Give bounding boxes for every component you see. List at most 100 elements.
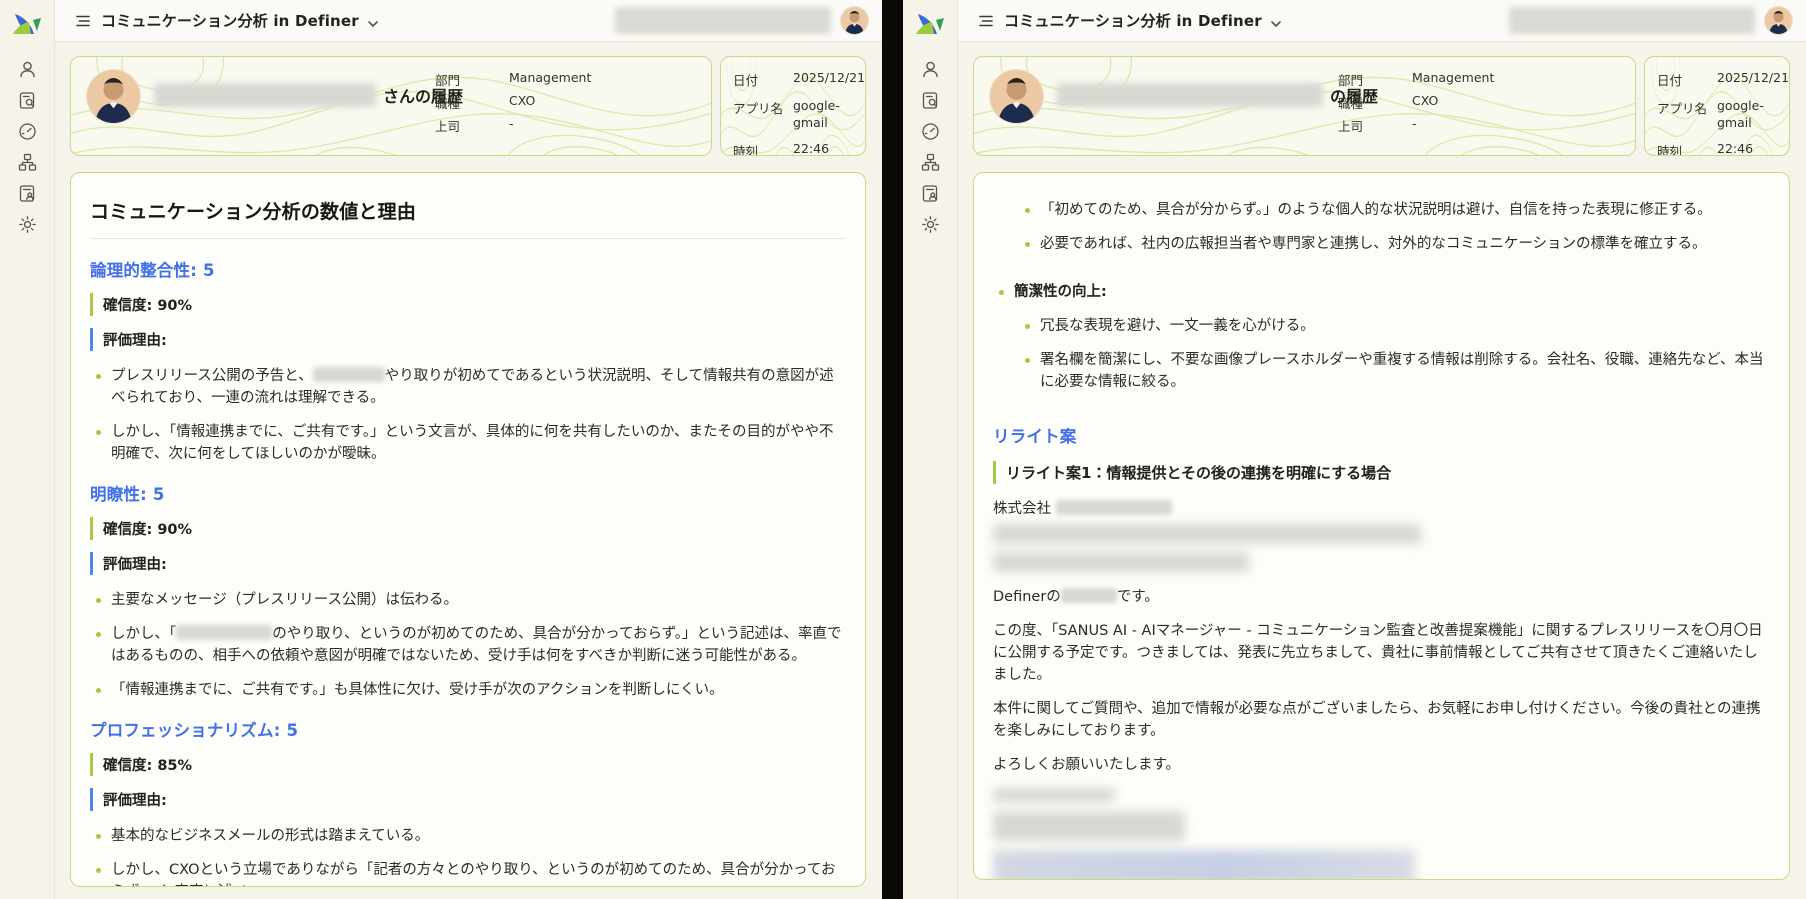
redacted-sender-name bbox=[1060, 588, 1117, 603]
redacted-employee-name bbox=[1057, 83, 1323, 107]
employee-avatar bbox=[990, 70, 1043, 123]
confidence-line: 確信度: 90% bbox=[90, 517, 846, 540]
info-value: 2025/12/21 bbox=[793, 70, 866, 85]
field-value: - bbox=[509, 116, 514, 131]
field-label: 部門 bbox=[1338, 73, 1364, 88]
field-label: 上司 bbox=[435, 119, 461, 134]
bullet-item: しかし、「情報連携までに、ご共有です。」という文言が、具体的に何を共有したいのか… bbox=[90, 421, 846, 465]
body-paragraph: よろしくお願いいたします。 bbox=[993, 757, 1181, 773]
field-value: CXO bbox=[509, 93, 536, 108]
reason-list: プレスリリース公開の予告と、 やり取りが初めてであるという状況説明、そして情報共有… bbox=[90, 365, 846, 465]
field-value: Management bbox=[509, 70, 592, 85]
bullet-item: プレスリリース公開の予告と、 やり取りが初めてであるという状況説明、そして情報共有… bbox=[90, 365, 846, 409]
list-indent-icon bbox=[74, 12, 92, 30]
reason-list: 基本的なビジネスメールの形式は踏まえている。 しかし、CXOという立場でありなが… bbox=[90, 825, 846, 886]
redacted-address-line bbox=[993, 524, 1421, 544]
user-avatar[interactable] bbox=[1765, 7, 1792, 34]
nav-dashboard-gauge-icon[interactable] bbox=[920, 121, 941, 142]
field-label: 職種 bbox=[435, 96, 461, 111]
nav-report-document-icon[interactable] bbox=[17, 183, 38, 204]
field-value: CXO bbox=[1412, 93, 1439, 108]
info-label: アプリ名 bbox=[1657, 101, 1708, 116]
info-label: 日付 bbox=[1657, 73, 1683, 88]
redacted-employee-name bbox=[154, 83, 376, 107]
redacted-address-line bbox=[993, 552, 1249, 572]
bullet-item: 「情報連携までに、ご共有です。」も具体性に欠け、受け手が次のアクションを判断しに… bbox=[90, 679, 846, 701]
reason-label: 評価理由: bbox=[90, 552, 846, 575]
employee-header-card: さんの履歴 部門 Management 職種 CXO 上司 - bbox=[70, 56, 712, 156]
nav-document-search-icon[interactable] bbox=[17, 90, 38, 111]
nav-profile-icon[interactable] bbox=[920, 59, 941, 80]
redacted-company-name bbox=[1055, 500, 1172, 515]
section-heading: 論理的整合性: 5 bbox=[90, 261, 215, 280]
nav-profile-icon[interactable] bbox=[17, 59, 38, 80]
bullet-item: 冗長な表現を避け、一文一義を心がける。 bbox=[1019, 315, 1770, 337]
bullet-item: 署名欄を簡潔にし、不要な画像プレースホルダーや重複する情報は削除する。会社名、役… bbox=[1019, 349, 1770, 393]
reason-label: 評価理由: bbox=[90, 328, 846, 351]
improvement-list: 簡潔性の向上: bbox=[993, 281, 1770, 303]
sidebar bbox=[0, 0, 55, 899]
rewrite-report-card: 「初めてのため、具合が分からず。」のような個人的な状況説明は避け、自信を持った表… bbox=[973, 172, 1790, 880]
user-avatar[interactable] bbox=[841, 7, 868, 34]
bullet-item: 主要なメッセージ（プレスリリース公開）は伝わる。 bbox=[90, 589, 846, 611]
redacted-account-info bbox=[615, 7, 831, 34]
employee-header-card: の履歴 部門 Management 職種 CXO 上司 - bbox=[973, 56, 1636, 156]
info-label: アプリ名 bbox=[733, 101, 784, 116]
topbar: コミュニケーション分析 in Definer bbox=[958, 0, 1806, 42]
definer-logo-icon[interactable] bbox=[915, 11, 945, 39]
info-label: 時刻 bbox=[1657, 143, 1683, 156]
body-paragraph: この度、「SANUS AI - AIマネージャー - コミュニケーション監査と改… bbox=[993, 623, 1763, 683]
nav-settings-gear-icon[interactable] bbox=[920, 214, 941, 235]
reason-label: 評価理由: bbox=[90, 788, 846, 811]
field-label: 部門 bbox=[435, 73, 461, 88]
redacted-signature-line bbox=[993, 788, 1115, 802]
page-content: さんの履歴 部門 Management 職種 CXO 上司 - 日付 2025/12/2… bbox=[55, 42, 882, 899]
record-info-card: 日付 2025/12/21 アプリ名 google-gmail 時刻 22:46 bbox=[720, 56, 866, 156]
employee-fields: 部門 Management 職種 CXO 上司 - bbox=[435, 70, 591, 139]
company-line: 株式会社 bbox=[993, 498, 1770, 520]
bullet-item: しかし、CXOという立場でありながら「記者の方々とのやり取り、というのが初めての… bbox=[90, 859, 846, 886]
redacted-account-info bbox=[1509, 7, 1755, 34]
info-value: 22:46 bbox=[1717, 140, 1754, 156]
chevron-down-icon[interactable] bbox=[367, 15, 379, 27]
bullet-item: しかし、「 のやり取り、というのが初めてのため、具合が分かっておらず。」という記述… bbox=[90, 623, 846, 667]
nav-document-search-icon[interactable] bbox=[920, 90, 941, 111]
field-label: 上司 bbox=[1338, 119, 1364, 134]
redacted-signature-banner bbox=[993, 850, 1415, 879]
nav-org-chart-icon[interactable] bbox=[920, 152, 941, 173]
suggestion-list: 「初めてのため、具合が分からず。」のような個人的な状況説明は避け、自信を持った表… bbox=[1019, 199, 1770, 255]
record-info-card: 日付 2025/12/21 アプリ名 google-gmail 時刻 22:46 bbox=[1644, 56, 1790, 156]
nav-report-document-icon[interactable] bbox=[920, 183, 941, 204]
definer-window-left: コミュニケーション分析 in Definer さんの履歴 部門 Managemen… bbox=[0, 0, 882, 899]
redacted-signature-block bbox=[993, 811, 1185, 841]
improvement-sublist: 冗長な表現を避け、一文一義を心がける。 署名欄を簡潔にし、不要な画像プレースホル… bbox=[1019, 315, 1770, 393]
section-heading: プロフェッショナリズム: 5 bbox=[90, 721, 299, 740]
reason-list: 主要なメッセージ（プレスリリース公開）は伝わる。 しかし、「 のやり取り、というの… bbox=[90, 589, 846, 701]
field-label: 職種 bbox=[1338, 96, 1364, 111]
redacted-text bbox=[312, 367, 385, 382]
page-content: の履歴 部門 Management 職種 CXO 上司 - 日付 2025/12/21 … bbox=[958, 42, 1806, 899]
workspace-title[interactable]: コミュニケーション分析 in Definer bbox=[101, 10, 359, 31]
chevron-down-icon[interactable] bbox=[1270, 15, 1282, 27]
body-paragraph: 本件に関してご質問や、追加で情報が必要な点がございましたら、お気軽にお申し付けく… bbox=[993, 701, 1761, 739]
employee-avatar bbox=[87, 70, 140, 123]
info-label: 時刻 bbox=[733, 143, 759, 156]
employee-fields: 部門 Management 職種 CXO 上司 - bbox=[1338, 70, 1494, 139]
bullet-item: 簡潔性の向上: bbox=[993, 281, 1770, 303]
nav-settings-gear-icon[interactable] bbox=[17, 214, 38, 235]
sidebar bbox=[903, 0, 958, 899]
nav-org-chart-icon[interactable] bbox=[17, 152, 38, 173]
topbar: コミュニケーション分析 in Definer bbox=[55, 0, 882, 42]
confidence-line: 確信度: 90% bbox=[90, 293, 846, 316]
workspace-title[interactable]: コミュニケーション分析 in Definer bbox=[1004, 10, 1262, 31]
nav-dashboard-gauge-icon[interactable] bbox=[17, 121, 38, 142]
report-title: コミュニケーション分析の数値と理由 bbox=[90, 197, 846, 239]
rewrite-case1-title: リライト案1：情報提供とその後の連携を明確にする場合 bbox=[993, 461, 1770, 484]
section-heading: リライト案 bbox=[993, 427, 1077, 446]
info-value: 22:46 bbox=[793, 140, 830, 156]
definer-logo-icon[interactable] bbox=[12, 11, 42, 39]
window-divider bbox=[882, 0, 903, 899]
info-value: google-gmail bbox=[793, 98, 840, 130]
info-value: google-gmail bbox=[1717, 98, 1764, 130]
analysis-report-card: コミュニケーション分析の数値と理由 論理的整合性: 5 確信度: 90% 評価理… bbox=[70, 172, 866, 887]
